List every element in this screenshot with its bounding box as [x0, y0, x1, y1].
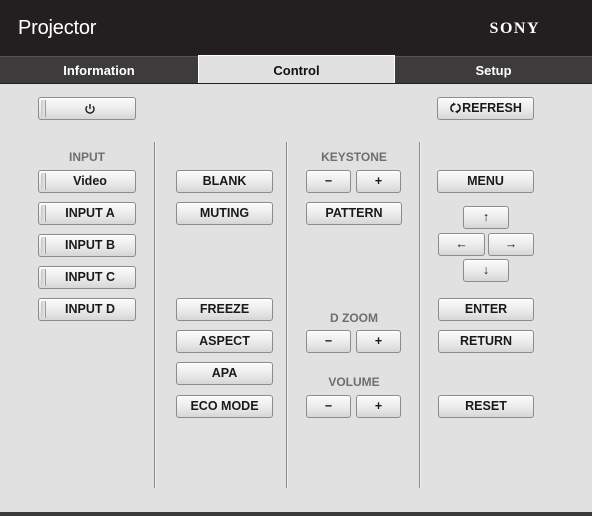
freeze-button[interactable]: FREEZE [176, 298, 273, 321]
page-title: Projector [18, 17, 97, 39]
eco-mode-button[interactable]: ECO MODE [176, 395, 273, 418]
input-a-button[interactable]: INPUT A [38, 202, 136, 225]
volume-plus-button[interactable]: + [356, 395, 401, 418]
input-heading: INPUT [69, 150, 105, 164]
power-icon [85, 103, 95, 114]
column-divider [286, 142, 288, 488]
bottom-border [0, 512, 592, 516]
down-arrow-button[interactable]: ↓ [463, 259, 509, 282]
refresh-icon [450, 102, 461, 114]
dzoom-plus-button[interactable]: + [356, 330, 401, 353]
arrow-right-icon: → [504, 237, 518, 251]
tab-information[interactable]: Information [0, 56, 198, 83]
enter-button[interactable]: ENTER [438, 298, 534, 321]
right-arrow-button[interactable]: → [488, 233, 534, 256]
tab-setup[interactable]: Setup [395, 56, 592, 83]
return-button[interactable]: RETURN [438, 330, 534, 353]
column-divider [419, 142, 421, 488]
app-header: Projector SONY [0, 0, 592, 56]
refresh-label: REFRESH [462, 101, 522, 115]
arrow-down-icon: ↓ [482, 263, 490, 277]
power-button[interactable] [38, 97, 136, 120]
dzoom-minus-button[interactable]: − [306, 330, 351, 353]
arrow-up-icon: ↑ [482, 210, 490, 224]
pattern-button[interactable]: PATTERN [306, 202, 402, 225]
keystone-heading: KEYSTONE [321, 150, 387, 164]
keystone-minus-button[interactable]: − [306, 170, 351, 193]
left-arrow-button[interactable]: ← [438, 233, 485, 256]
refresh-button[interactable]: REFRESH [437, 97, 534, 120]
input-b-button[interactable]: INPUT B [38, 234, 136, 257]
volume-heading: VOLUME [328, 375, 380, 389]
input-video-button[interactable]: Video [38, 170, 136, 193]
brand-logo: SONY [489, 20, 540, 37]
input-c-button[interactable]: INPUT C [38, 266, 136, 289]
aspect-button[interactable]: ASPECT [176, 330, 273, 353]
arrow-left-icon: ← [455, 237, 468, 251]
apa-button[interactable]: APA [176, 362, 273, 385]
volume-minus-button[interactable]: − [306, 395, 351, 418]
up-arrow-button[interactable]: ↑ [463, 206, 509, 229]
menu-button[interactable]: MENU [437, 170, 534, 193]
input-d-button[interactable]: INPUT D [38, 298, 136, 321]
dzoom-heading: D ZOOM [330, 311, 378, 325]
reset-button[interactable]: RESET [438, 395, 534, 418]
tab-control[interactable]: Control [198, 55, 395, 83]
muting-button[interactable]: MUTING [176, 202, 273, 225]
keystone-plus-button[interactable]: + [356, 170, 401, 193]
column-divider [154, 142, 156, 488]
tab-bar: Information Control Setup [0, 55, 592, 84]
blank-button[interactable]: BLANK [176, 170, 273, 193]
